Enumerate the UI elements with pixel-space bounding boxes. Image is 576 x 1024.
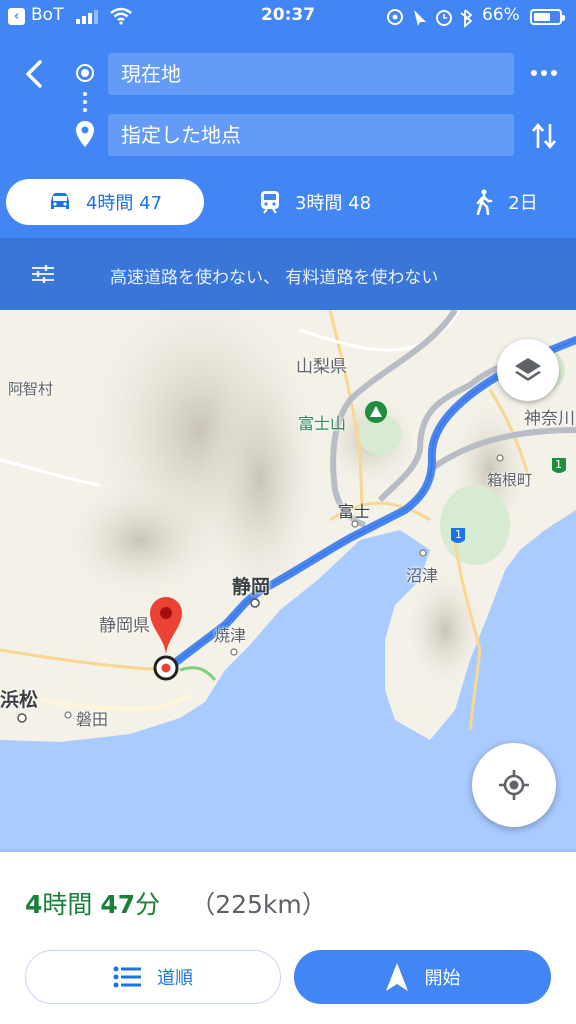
map-label-iwata: 磐田 bbox=[76, 710, 109, 729]
tab-transit[interactable]: 3時間 48 bbox=[240, 179, 390, 225]
map-label-mt-fuji: 富士山 bbox=[298, 414, 347, 433]
route-shield-1-west: 1 bbox=[455, 528, 462, 541]
start-button-label: 開始 bbox=[424, 968, 461, 989]
map-layers-button[interactable] bbox=[497, 339, 559, 401]
my-location-icon bbox=[499, 770, 529, 800]
directions-header: 現在地 指定した地点 4時間 47 3時間 48 2日 高速道路を使わない、 有… bbox=[0, 34, 576, 310]
map-label-hakone: 箱根町 bbox=[487, 471, 533, 489]
destination-input[interactable]: 指定した地点 bbox=[108, 114, 514, 156]
origin-dot-icon bbox=[76, 64, 94, 82]
map-label-numazu: 沼津 bbox=[406, 566, 439, 585]
back-arrow-icon[interactable] bbox=[18, 54, 52, 94]
travel-mode-tabs: 4時間 47 3時間 48 2日 bbox=[0, 179, 576, 229]
more-options-icon[interactable] bbox=[530, 66, 558, 80]
map-label-achi: 阿智村 bbox=[8, 380, 54, 398]
tab-walking[interactable]: 2日 bbox=[456, 179, 556, 225]
tab-driving-label: 4時間 47 bbox=[85, 193, 163, 214]
battery-icon bbox=[530, 9, 565, 25]
steps-button[interactable]: 道順 bbox=[25, 950, 281, 1004]
route-distance: （225km） bbox=[190, 890, 327, 919]
swap-route-icon[interactable] bbox=[530, 120, 558, 152]
battery-percent: 66% bbox=[482, 5, 520, 25]
status-icons bbox=[387, 9, 473, 28]
map-view[interactable]: 山梨県 神奈川 富士山 阿智村 箱根町 富士 沼津 静岡 静岡県 焼津 浜松 磐… bbox=[0, 310, 576, 852]
map-label-kanagawa: 神奈川 bbox=[524, 409, 575, 429]
route-dots-icon bbox=[83, 92, 87, 114]
route-shield-1-east: 1 bbox=[555, 458, 562, 471]
tab-transit-label: 3時間 48 bbox=[294, 193, 372, 214]
my-location-button[interactable] bbox=[472, 743, 556, 827]
route-options-bar[interactable]: 高速道路を使わない、 有料道路を使わない bbox=[0, 238, 576, 310]
map-label-shizuoka-pref: 静岡県 bbox=[99, 616, 150, 636]
tab-driving[interactable]: 4時間 47 bbox=[6, 179, 204, 225]
destination-pin-icon bbox=[76, 121, 94, 147]
steps-button-label: 道順 bbox=[157, 968, 193, 989]
walk-icon bbox=[476, 189, 493, 215]
route-options-text: 高速道路を使わない、 有料道路を使わない bbox=[110, 268, 439, 288]
route-summary: 4時間 47分 （225km） bbox=[25, 885, 327, 921]
navigation-arrow-icon bbox=[385, 963, 408, 991]
list-icon bbox=[113, 966, 141, 988]
car-icon bbox=[50, 193, 69, 209]
train-icon bbox=[260, 191, 279, 214]
options-sliders-icon bbox=[32, 265, 54, 283]
map-label-hamamatsu: 浜松 bbox=[0, 689, 39, 711]
tab-walking-label: 2日 bbox=[508, 193, 538, 214]
map-label-yaizu: 焼津 bbox=[214, 626, 247, 645]
route-duration: 4時間 47分 bbox=[25, 890, 161, 919]
map-label-yamanashi: 山梨県 bbox=[296, 357, 347, 377]
start-button[interactable]: 開始 bbox=[294, 950, 551, 1004]
origin-input[interactable]: 現在地 bbox=[108, 53, 514, 95]
layers-icon bbox=[515, 358, 541, 381]
route-summary-panel: 4時間 47分 （225km） 道順 開始 bbox=[0, 852, 576, 1024]
map-label-shizuoka-city: 静岡 bbox=[232, 576, 271, 598]
map-label-fuji-city: 富士 bbox=[338, 502, 371, 521]
status-bar: ‹ BoT 20:37 66% bbox=[0, 0, 576, 34]
